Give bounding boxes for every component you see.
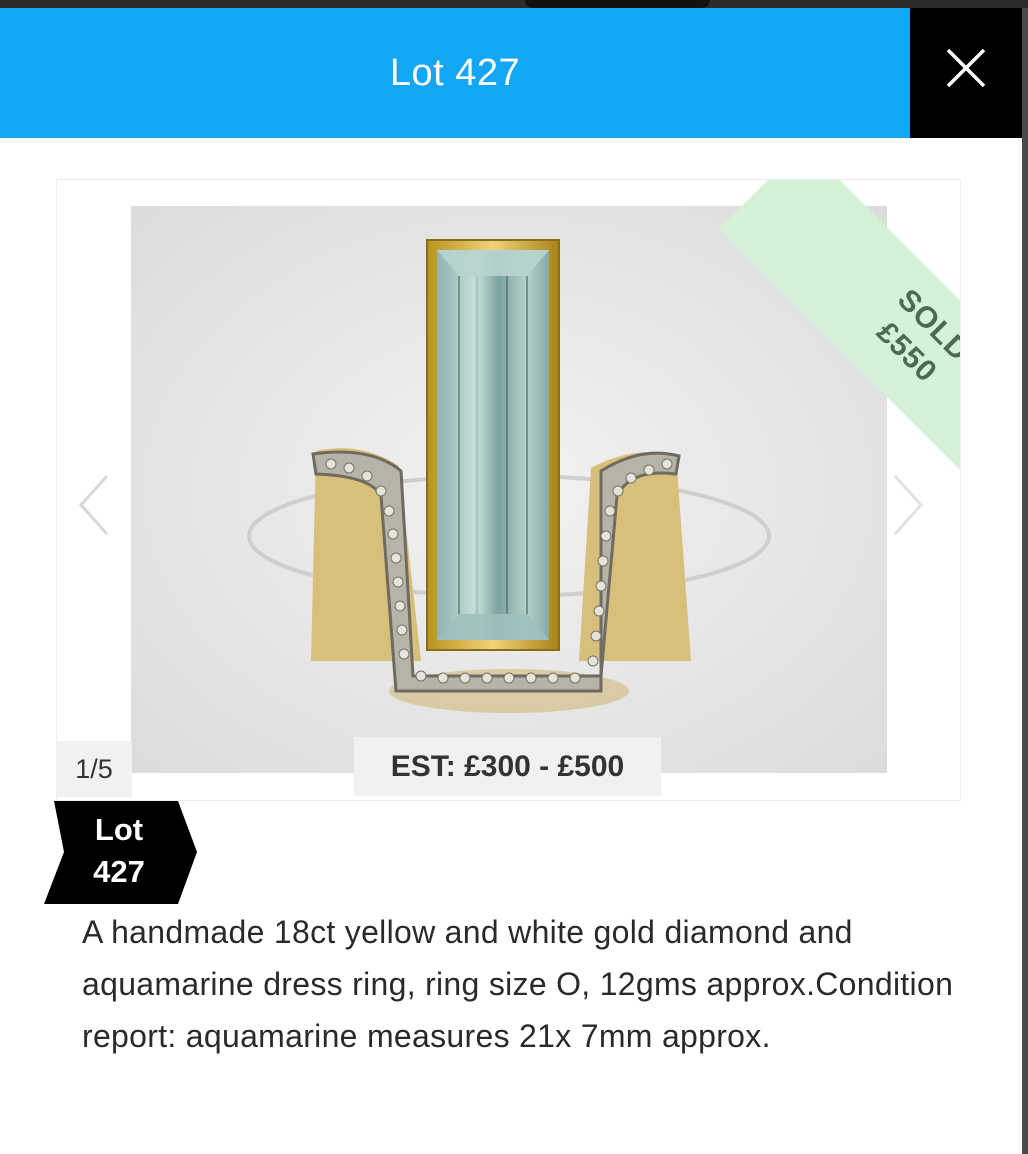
image-gallery: SOLD £550: [56, 179, 961, 801]
ring-image: [131, 206, 887, 773]
image-counter: 1/5: [56, 741, 132, 797]
lot-tag-label: Lot: [94, 812, 144, 847]
lot-photo[interactable]: [131, 206, 887, 773]
modal-title: Lot 427: [389, 51, 521, 94]
close-button[interactable]: [910, 8, 1022, 138]
lot-number-tag: Lot 427: [44, 801, 197, 904]
lot-tag-number: 427: [93, 854, 145, 889]
device-notch: [525, 0, 710, 8]
prev-image-button[interactable]: [75, 470, 115, 540]
estimate-badge: EST: £300 - £500: [354, 737, 661, 796]
lot-modal: Lot 427 SOLD £550 1/5 EST: £300 - £500 L…: [0, 8, 1022, 1154]
backdrop-edge: [1022, 8, 1028, 1154]
chevron-left-icon: [78, 474, 109, 536]
close-icon: [946, 48, 986, 88]
modal-header: Lot 427: [0, 8, 910, 138]
lot-description: A handmade 18ct yellow and white gold di…: [82, 914, 954, 1054]
status-bar: [0, 0, 1028, 8]
next-image-button[interactable]: [887, 470, 927, 540]
chevron-right-icon: [893, 474, 924, 536]
